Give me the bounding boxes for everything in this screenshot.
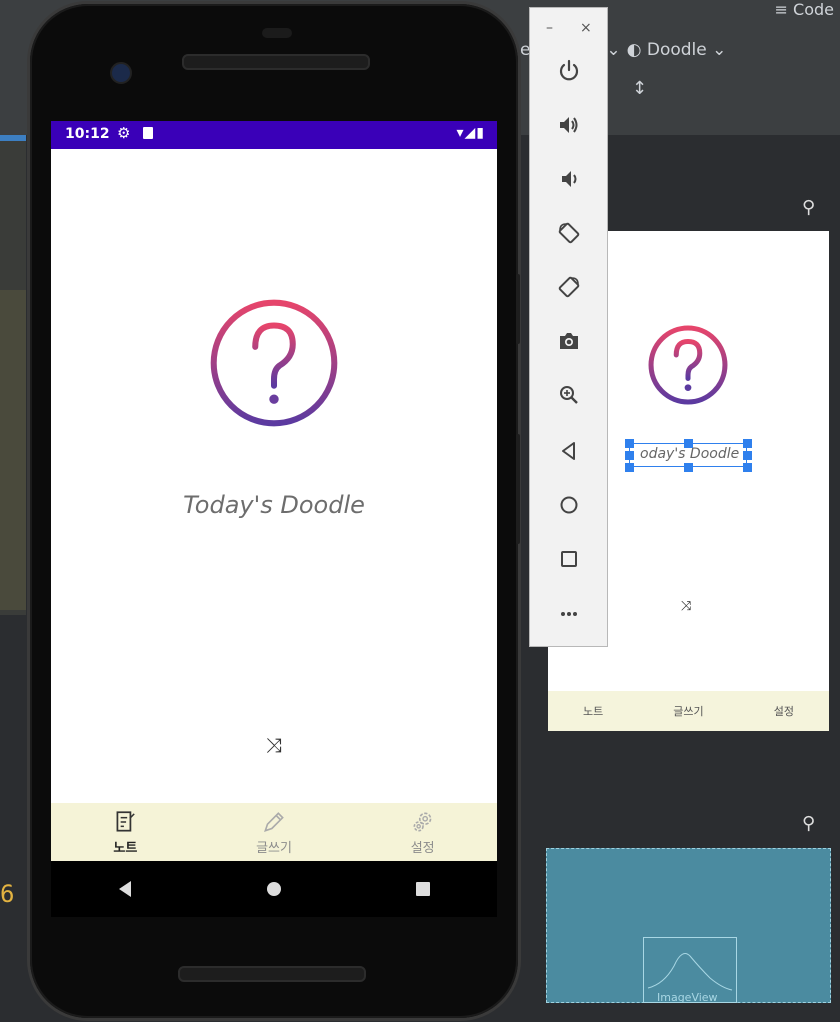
preview-nav-label: 설정 bbox=[773, 705, 794, 718]
power-icon bbox=[559, 59, 579, 81]
power-button[interactable] bbox=[549, 51, 589, 91]
image-view-label: ImageView bbox=[657, 991, 718, 1004]
vertical-resize-icon[interactable]: ↕ bbox=[632, 78, 647, 99]
selection-handle[interactable] bbox=[743, 463, 752, 472]
shuffle-button[interactable]: ⤨ bbox=[257, 733, 291, 757]
rotate-left-button[interactable] bbox=[549, 213, 589, 253]
settings-status-icon: ⚙ bbox=[117, 124, 131, 142]
volume-up-button[interactable] bbox=[549, 105, 589, 145]
nav-item-notes[interactable]: 노트 bbox=[51, 803, 200, 861]
selection-handle[interactable] bbox=[743, 439, 752, 448]
wrench-icon[interactable]: ⚲ bbox=[802, 813, 815, 834]
system-home-button[interactable] bbox=[244, 869, 304, 909]
nav-label: 설정 bbox=[410, 840, 435, 856]
preview-nav-label: 노트 bbox=[583, 705, 604, 718]
rotate-left-icon bbox=[558, 222, 580, 244]
preview-bottom-nav: 노트 글쓰기 설정 bbox=[548, 691, 829, 731]
theme-icon: ◐ bbox=[626, 40, 642, 60]
minimize-button[interactable]: – bbox=[546, 20, 553, 36]
shuffle-icon: ⤨ bbox=[681, 599, 692, 614]
more-icon bbox=[561, 612, 577, 616]
camera-icon bbox=[560, 333, 578, 349]
back-icon bbox=[562, 442, 575, 460]
question-icon bbox=[210, 299, 338, 427]
home-icon bbox=[266, 882, 281, 896]
selection-handle[interactable] bbox=[625, 451, 634, 460]
system-recents-button[interactable] bbox=[393, 869, 453, 909]
front-camera bbox=[110, 62, 132, 84]
system-back-button[interactable] bbox=[95, 869, 155, 909]
blueprint-preview[interactable]: ImageView bbox=[546, 848, 831, 1004]
selection-handle[interactable] bbox=[684, 463, 693, 472]
wrench-icon[interactable]: ⚲ bbox=[802, 197, 815, 218]
side-button bbox=[516, 274, 520, 344]
volume-up-icon bbox=[560, 117, 578, 133]
selection-handle[interactable] bbox=[625, 439, 634, 448]
code-view-label[interactable]: ≡ Code bbox=[775, 0, 834, 19]
zoom-icon bbox=[560, 386, 578, 404]
settings-icon bbox=[413, 812, 432, 831]
volume-down-button[interactable] bbox=[549, 159, 589, 199]
side-button bbox=[516, 434, 520, 544]
back-button[interactable] bbox=[549, 431, 589, 471]
editor-cursor-text: 6 bbox=[0, 880, 15, 908]
rotate-right-button[interactable] bbox=[549, 267, 589, 307]
status-time: 10:12 bbox=[65, 126, 110, 142]
phone-sensor bbox=[262, 28, 292, 38]
back-icon bbox=[119, 881, 132, 897]
emulator-toolbar: – × bbox=[529, 7, 608, 647]
recents-icon bbox=[415, 882, 430, 896]
preview-nav-label: 글쓰기 bbox=[673, 705, 704, 718]
bottom-navigation: 노트 글쓰기 설정 bbox=[51, 803, 497, 861]
overview-icon bbox=[561, 551, 577, 567]
volume-down-icon bbox=[562, 171, 577, 187]
close-button[interactable]: × bbox=[580, 20, 592, 36]
nav-item-settings[interactable]: 설정 bbox=[348, 803, 497, 861]
question-icon bbox=[648, 325, 728, 405]
ide-editor-gutter bbox=[0, 290, 26, 610]
nav-label: 노트 bbox=[113, 840, 138, 856]
system-navigation-bar bbox=[51, 861, 497, 917]
selection-handle[interactable] bbox=[625, 463, 634, 472]
status-bar: 10:12 ⚙ ▾◢▮ bbox=[51, 121, 497, 149]
rotate-right-icon bbox=[558, 276, 580, 298]
shuffle-icon: ⤨ bbox=[266, 733, 282, 757]
theme-selector[interactable]: ◐ Doodle ⌄ bbox=[627, 40, 727, 60]
overview-button[interactable] bbox=[549, 539, 589, 579]
bottom-speaker bbox=[178, 966, 366, 982]
device-screen: 10:12 ⚙ ▾◢▮ Today's Doodle ⤨ 노트 글쓰기 설정 bbox=[51, 121, 497, 861]
note-icon bbox=[116, 810, 136, 832]
home-icon bbox=[560, 496, 578, 514]
zoom-button[interactable] bbox=[549, 375, 589, 415]
nav-label: 글쓰기 bbox=[256, 840, 292, 856]
earpiece-speaker bbox=[182, 54, 370, 70]
home-button[interactable] bbox=[549, 485, 589, 525]
phone-emulator: 10:12 ⚙ ▾◢▮ Today's Doodle ⤨ 노트 글쓰기 설정 bbox=[30, 4, 520, 1018]
signal-battery-icons: ▾◢▮ bbox=[456, 125, 485, 141]
screenshot-button[interactable] bbox=[549, 321, 589, 361]
nav-item-write[interactable]: 글쓰기 bbox=[200, 803, 349, 861]
preview-title-text: oday's Doodle bbox=[640, 446, 740, 462]
selection-handle[interactable] bbox=[743, 451, 752, 460]
more-button[interactable] bbox=[549, 593, 589, 633]
pencil-icon bbox=[264, 811, 284, 832]
selection-handle[interactable] bbox=[684, 439, 693, 448]
page-title: Today's Doodle bbox=[183, 491, 365, 519]
sd-card-icon bbox=[143, 127, 153, 139]
